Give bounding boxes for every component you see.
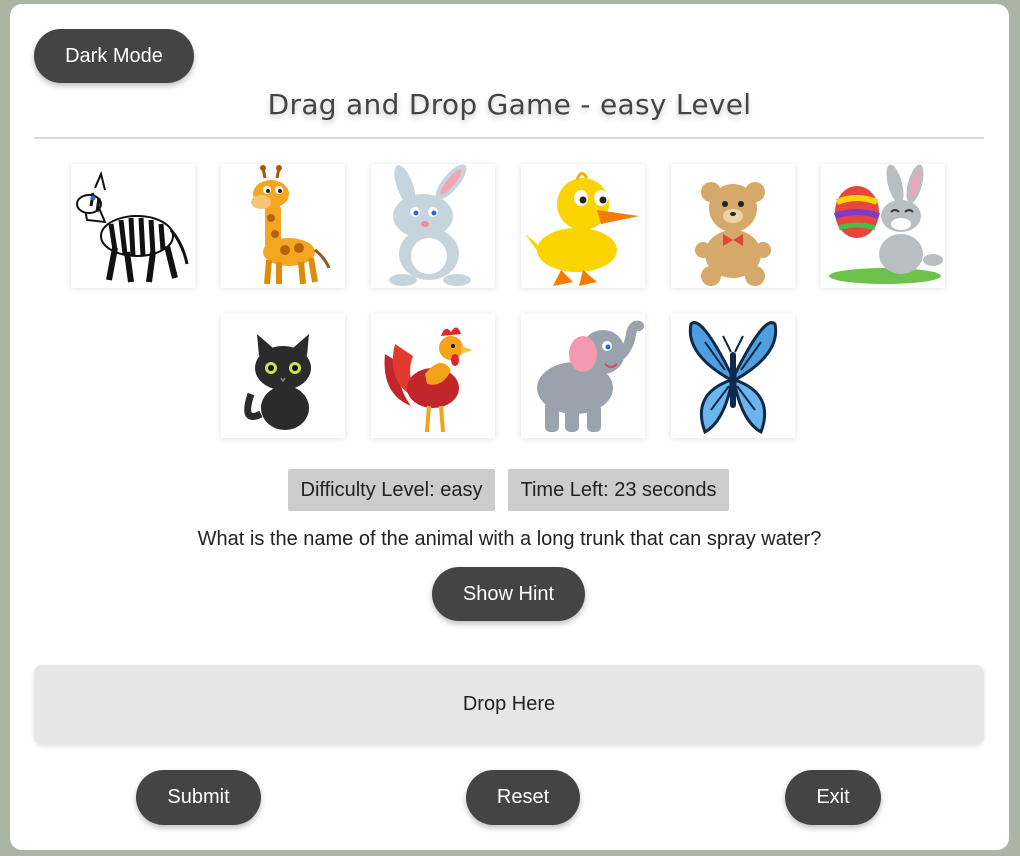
animal-tile-teddy-bear[interactable]	[671, 164, 795, 288]
exit-button[interactable]: Exit	[785, 770, 881, 825]
animal-tile-duck[interactable]	[521, 164, 645, 288]
butterfly-icon	[688, 321, 778, 435]
submit-button[interactable]: Submit	[136, 770, 261, 825]
zebra-icon	[76, 170, 189, 283]
divider	[34, 137, 984, 139]
reset-button[interactable]: Reset	[466, 770, 580, 825]
animal-tile-butterfly[interactable]	[671, 314, 795, 438]
timer-badge: Time Left: 23 seconds	[508, 469, 729, 511]
rabbit-icon	[389, 164, 471, 286]
show-hint-button[interactable]: Show Hint	[432, 567, 585, 621]
giraffe-icon	[251, 165, 331, 285]
duck-icon	[525, 172, 639, 286]
elephant-icon	[537, 320, 644, 432]
cat-icon	[244, 334, 311, 430]
animal-tile-rabbit[interactable]	[371, 164, 495, 288]
game-card: Dark Mode Drag and Drop Game - easy Leve…	[10, 4, 1009, 850]
page-title: Drag and Drop Game - easy Level	[267, 88, 752, 121]
animal-tile-easter-bunny[interactable]	[821, 164, 945, 288]
animal-tile-elephant[interactable]	[521, 314, 645, 438]
difficulty-badge: Difficulty Level: easy	[288, 469, 495, 511]
animal-tile-rooster[interactable]	[371, 314, 495, 438]
animal-tile-zebra[interactable]	[71, 164, 195, 288]
question-text: What is the name of the animal with a lo…	[197, 528, 822, 550]
drop-zone[interactable]: Drop Here	[34, 665, 984, 744]
dark-mode-button[interactable]: Dark Mode	[34, 29, 194, 83]
rooster-icon	[384, 327, 473, 433]
animal-tile-cat[interactable]	[221, 314, 345, 438]
drop-zone-label: Drop Here	[462, 693, 556, 715]
animal-tile-giraffe[interactable]	[221, 164, 345, 288]
easter-bunny-icon	[829, 164, 943, 284]
teddy-bear-icon	[695, 182, 771, 286]
